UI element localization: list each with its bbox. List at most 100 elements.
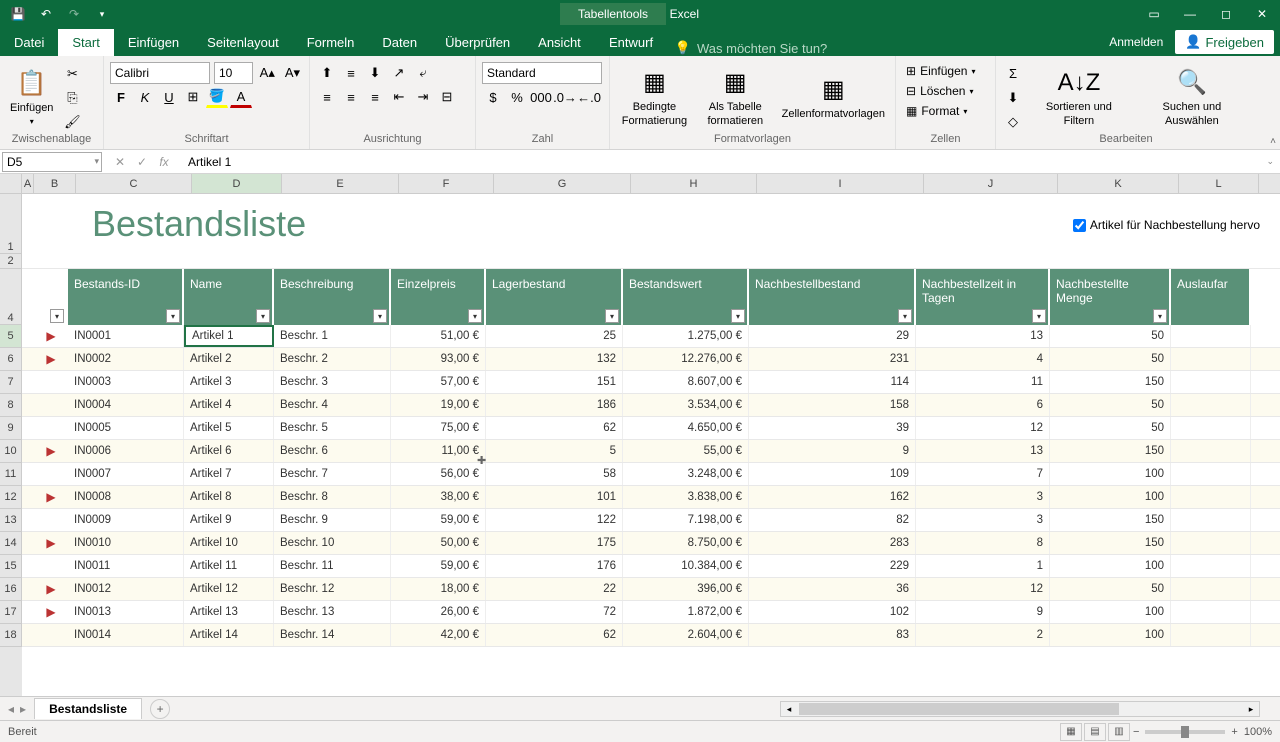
cell-id[interactable]: IN0012 <box>68 578 184 600</box>
cell-qty[interactable]: 100 <box>1050 555 1171 577</box>
th-reorder[interactable]: Nachbestellbestand▾ <box>749 269 916 325</box>
border-button[interactable]: ⊞ <box>182 86 204 108</box>
cell-value[interactable]: 1.872,00 € <box>623 601 749 623</box>
cell-value[interactable]: 3.838,00 € <box>623 486 749 508</box>
underline-button[interactable]: U <box>158 86 180 108</box>
th-flag[interactable]: ▾ <box>34 269 68 325</box>
collapse-ribbon-icon[interactable]: ˄ <box>1270 136 1276 147</box>
cell-reorder[interactable]: 162 <box>749 486 916 508</box>
cell-styles-button[interactable]: ▦Zellenformatvorlagen <box>778 72 889 123</box>
currency-button[interactable]: $ <box>482 86 504 108</box>
zoom-out-button[interactable]: − <box>1133 726 1139 738</box>
sign-in-link[interactable]: Anmelden <box>1097 35 1175 49</box>
cell-reorder[interactable]: 83 <box>749 624 916 646</box>
cell-value[interactable]: 55,00 € <box>623 440 749 462</box>
cell-stock[interactable]: 132 <box>486 348 623 370</box>
tab-view[interactable]: Ansicht <box>524 29 595 56</box>
cell-value[interactable]: 396,00 € <box>623 578 749 600</box>
cell-qty[interactable]: 100 <box>1050 486 1171 508</box>
fill-color-button[interactable]: 🪣 <box>206 86 228 108</box>
cell-id[interactable]: IN0013 <box>68 601 184 623</box>
tab-insert[interactable]: Einfügen <box>114 29 193 56</box>
view-page-layout-button[interactable]: ▤ <box>1084 723 1106 741</box>
th-desc[interactable]: Beschreibung▾ <box>274 269 391 325</box>
filter-days-icon[interactable]: ▾ <box>1032 309 1046 323</box>
format-table-button[interactable]: ▦Als Tabelle formatieren <box>697 65 774 129</box>
zoom-thumb[interactable] <box>1181 726 1189 738</box>
cell-name[interactable]: Artikel 12 <box>184 578 274 600</box>
row-header-7[interactable]: 7 <box>0 371 22 394</box>
bold-button[interactable]: F <box>110 86 132 108</box>
cell-disc[interactable] <box>1171 509 1251 531</box>
cell-price[interactable]: 42,00 € <box>391 624 486 646</box>
insert-cells-button[interactable]: ⊞Einfügen▾ <box>902 62 989 80</box>
cell-price[interactable]: 19,00 € <box>391 394 486 416</box>
fx-icon[interactable]: fx <box>154 152 174 172</box>
cell-reorder[interactable]: 229 <box>749 555 916 577</box>
cell-stock[interactable]: 72 <box>486 601 623 623</box>
cell-price[interactable]: 18,00 € <box>391 578 486 600</box>
cell-price[interactable]: 93,00 € <box>391 348 486 370</box>
reorder-highlight-checkbox[interactable]: Artikel für Nachbestellung hervo <box>1073 218 1260 232</box>
cell-days[interactable]: 7 <box>916 463 1050 485</box>
align-top-button[interactable]: ⬆ <box>316 62 338 84</box>
cell-desc[interactable]: Beschr. 6 <box>274 440 391 462</box>
cell-qty[interactable]: 100 <box>1050 601 1171 623</box>
wrap-text-button[interactable]: ⤶ <box>412 62 434 84</box>
table-row[interactable]: IN0009 Artikel 9 Beschr. 9 59,00 € 122 7… <box>22 509 1280 532</box>
cell-reorder[interactable]: 114 <box>749 371 916 393</box>
close-icon[interactable]: ✕ <box>1244 0 1280 28</box>
table-row[interactable]: ▶ IN0012 Artikel 12 Beschr. 12 18,00 € 2… <box>22 578 1280 601</box>
minimize-icon[interactable]: — <box>1172 0 1208 28</box>
cell-value[interactable]: 3.534,00 € <box>623 394 749 416</box>
filter-reorder-icon[interactable]: ▾ <box>898 309 912 323</box>
autosum-button[interactable]: Σ <box>1002 63 1024 85</box>
table-row[interactable]: IN0014 Artikel 14 Beschr. 14 42,00 € 62 … <box>22 624 1280 647</box>
table-row[interactable]: IN0004 Artikel 4 Beschr. 4 19,00 € 186 3… <box>22 394 1280 417</box>
cell-price[interactable]: 26,00 € <box>391 601 486 623</box>
cell-disc[interactable] <box>1171 532 1251 554</box>
cell-qty[interactable]: 150 <box>1050 509 1171 531</box>
th-stock[interactable]: Lagerbestand▾ <box>486 269 623 325</box>
cell-value[interactable]: 8.750,00 € <box>623 532 749 554</box>
cell-reorder[interactable]: 283 <box>749 532 916 554</box>
filter-desc-icon[interactable]: ▾ <box>373 309 387 323</box>
cell-disc[interactable] <box>1171 486 1251 508</box>
formula-input[interactable]: Artikel 1 <box>180 155 1260 169</box>
cell-stock[interactable]: 186 <box>486 394 623 416</box>
table-row[interactable]: IN0007 Artikel 7 Beschr. 7 56,00 € 58 3.… <box>22 463 1280 486</box>
cell-name[interactable]: Artikel 13 <box>184 601 274 623</box>
maximize-icon[interactable]: ◻ <box>1208 0 1244 28</box>
cell-value[interactable]: 12.276,00 € <box>623 348 749 370</box>
add-sheet-button[interactable]: + <box>150 699 170 719</box>
row-header-14[interactable]: 14 <box>0 532 22 555</box>
cell-id[interactable]: IN0003 <box>68 371 184 393</box>
row-header-18[interactable]: 18 <box>0 624 22 647</box>
number-format-combo[interactable]: Standard <box>482 62 602 84</box>
cell-id[interactable]: IN0011 <box>68 555 184 577</box>
cell-stock[interactable]: 5 <box>486 440 623 462</box>
tab-home[interactable]: Start <box>58 29 113 56</box>
cell-disc[interactable] <box>1171 394 1251 416</box>
enter-formula-icon[interactable]: ✓ <box>132 152 152 172</box>
cell-disc[interactable] <box>1171 371 1251 393</box>
tab-scroll-left-icon[interactable]: ◂ <box>8 702 14 716</box>
cell-stock[interactable]: 122 <box>486 509 623 531</box>
ribbon-options-icon[interactable]: ▭ <box>1136 0 1172 28</box>
filter-value-icon[interactable]: ▾ <box>731 309 745 323</box>
cut-button[interactable]: ✂ <box>61 63 83 85</box>
cell-desc[interactable]: Beschr. 14 <box>274 624 391 646</box>
cell-id[interactable]: IN0001 <box>68 325 184 347</box>
tab-scroll-right-icon[interactable]: ▸ <box>20 702 26 716</box>
cell-id[interactable]: IN0004 <box>68 394 184 416</box>
cell-stock[interactable]: 175 <box>486 532 623 554</box>
cell-days[interactable]: 13 <box>916 325 1050 347</box>
cell-price[interactable]: 38,00 € <box>391 486 486 508</box>
cell-desc[interactable]: Beschr. 9 <box>274 509 391 531</box>
cell-stock[interactable]: 58 <box>486 463 623 485</box>
sheet-tab-active[interactable]: Bestandsliste <box>34 698 142 719</box>
format-cells-button[interactable]: ▦Format▾ <box>902 102 989 120</box>
row-header-2[interactable]: 2 <box>0 254 22 269</box>
cell-id[interactable]: IN0010 <box>68 532 184 554</box>
cell-desc[interactable]: Beschr. 1 <box>274 325 391 347</box>
